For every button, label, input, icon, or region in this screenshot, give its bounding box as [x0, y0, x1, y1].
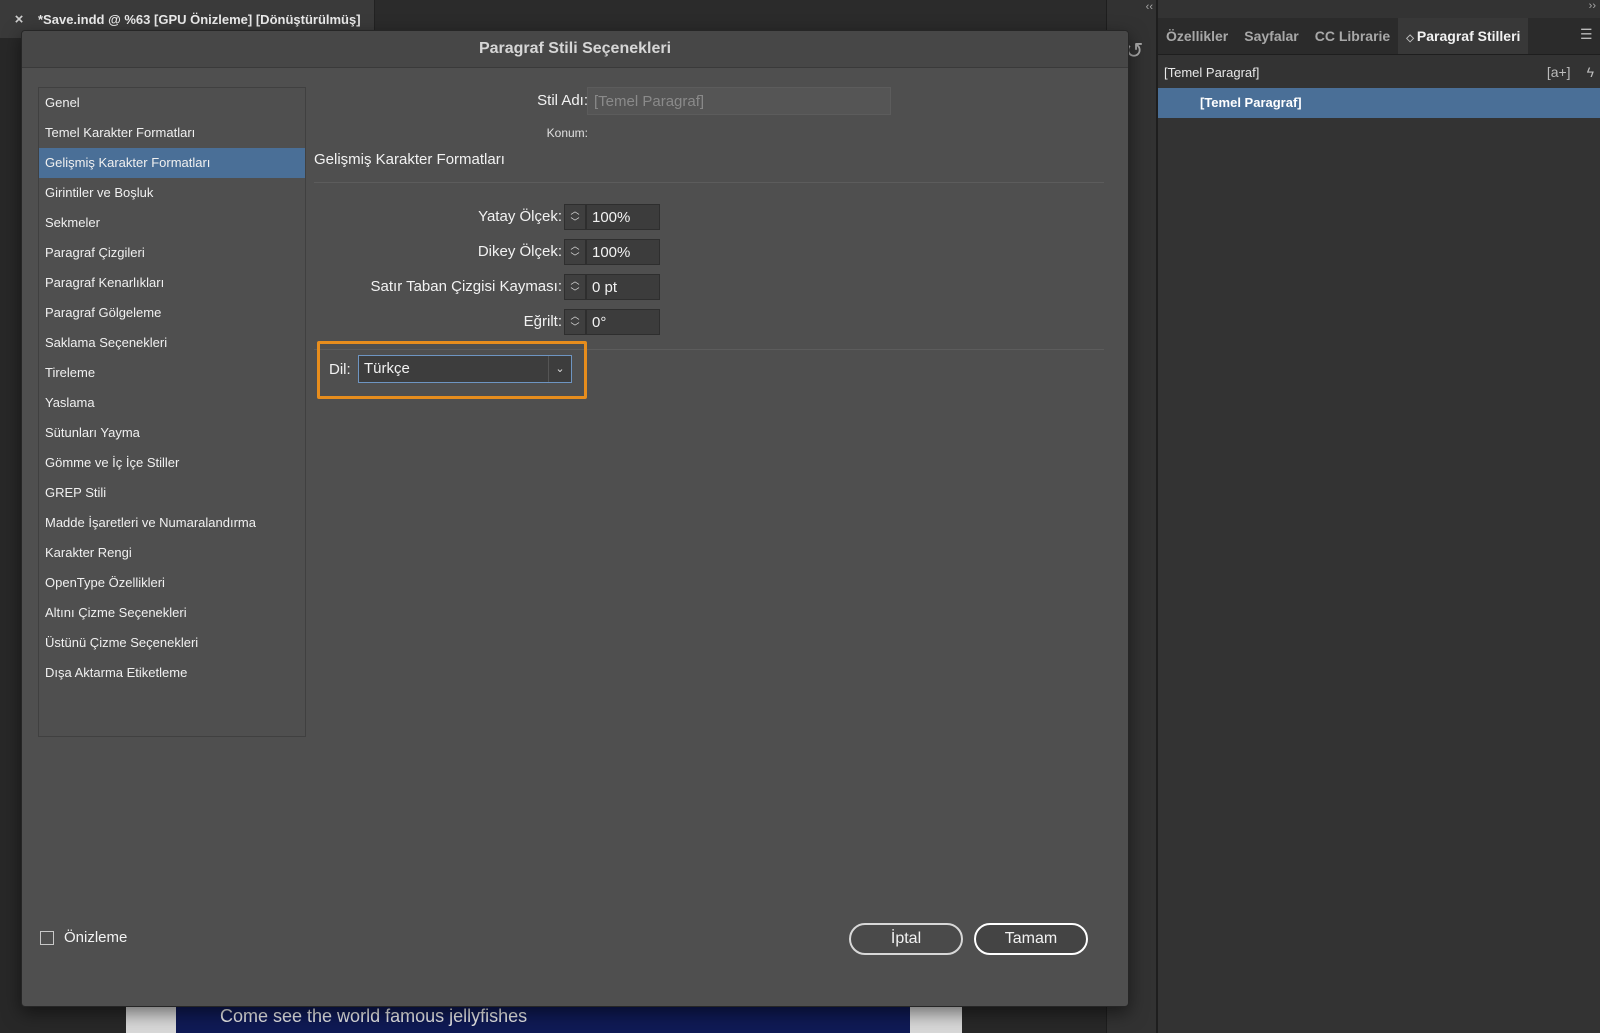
document-title: *Save.indd @ %63 [GPU Önizleme] [Dönüştü… — [38, 11, 361, 27]
style-name-field: [Temel Paragraf] — [587, 87, 891, 115]
horizontal-scale-row: Yatay Ölçek: ︿ ﹀ 100% — [314, 204, 664, 232]
category-character-color[interactable]: Karakter Rengi — [39, 538, 305, 568]
location-label: Konum: — [546, 126, 588, 140]
language-value: Türkçe — [364, 360, 410, 377]
language-label: Dil: — [329, 361, 351, 378]
language-highlight: Dil: Türkçe ⌄ — [317, 341, 587, 399]
dialog-title: Paragraf Stili Seçenekleri — [22, 31, 1128, 68]
category-hyphenation[interactable]: Tireleme — [39, 358, 305, 388]
skew-stepper[interactable]: ︿ ﹀ — [564, 309, 586, 335]
category-paragraph-borders[interactable]: Paragraf Kenarlıkları — [39, 268, 305, 298]
category-general[interactable]: Genel — [39, 88, 305, 118]
category-underline-options[interactable]: Altını Çizme Seçenekleri — [39, 598, 305, 628]
horizontal-scale-input[interactable]: 100% — [586, 204, 660, 230]
panel-expand-icon: ◇ — [1406, 33, 1414, 44]
skew-input[interactable]: 0° — [586, 309, 660, 335]
collapse-dock-icon[interactable]: ‹‹ — [1146, 1, 1153, 13]
tab-paragraph-styles[interactable]: ◇ Paragraf Stilleri — [1398, 18, 1529, 54]
lightning-icon[interactable]: ϟ — [1587, 64, 1594, 80]
hamburger-menu-icon[interactable]: ☰ — [1580, 27, 1594, 41]
cancel-button[interactable]: İptal — [849, 923, 963, 955]
category-grep-style[interactable]: GREP Stili — [39, 478, 305, 508]
page-edge-left — [126, 1005, 176, 1033]
baseline-shift-stepper[interactable]: ︿ ﹀ — [564, 274, 586, 300]
horizontal-scale-stepper[interactable]: ︿ ﹀ — [564, 204, 586, 230]
category-tabs[interactable]: Sekmeler — [39, 208, 305, 238]
close-tab-icon[interactable]: × — [0, 11, 38, 28]
vertical-scale-label: Dikey Ölçek: — [477, 243, 562, 260]
tab-properties[interactable]: Özellikler — [1158, 18, 1236, 54]
category-bullets-numbering[interactable]: Madde İşaretleri ve Numaralandırma — [39, 508, 305, 538]
vertical-scale-stepper[interactable]: ︿ ﹀ — [564, 239, 586, 265]
category-drop-caps-nested-styles[interactable]: Gömme ve İç İçe Stiller — [39, 448, 305, 478]
preview-checkbox[interactable] — [40, 930, 54, 945]
style-list-item-label: [Temel Paragraf] — [1200, 95, 1302, 110]
tab-pages[interactable]: Sayfalar — [1236, 18, 1306, 54]
baseline-shift-input[interactable]: 0 pt — [586, 274, 660, 300]
tab-paragraph-styles-label: Paragraf Stilleri — [1416, 28, 1521, 44]
category-span-columns[interactable]: Sütunları Yayma — [39, 418, 305, 448]
category-keep-options[interactable]: Saklama Seçenekleri — [39, 328, 305, 358]
vertical-scale-input[interactable]: 100% — [586, 239, 660, 265]
category-strikethrough-options[interactable]: Üstünü Çizme Seçenekleri — [39, 628, 305, 658]
baseline-shift-row: Satır Taban Çizgisi Kayması: ︿ ﹀ 0 pt — [314, 274, 664, 302]
horizontal-scale-label: Yatay Ölçek: — [478, 208, 562, 225]
panel-tabs: Özellikler Sayfalar CC Librarie ◇ Paragra… — [1158, 18, 1600, 55]
baseline-shift-label: Satır Taban Çizgisi Kayması: — [370, 278, 562, 295]
language-select[interactable]: Türkçe ⌄ — [358, 355, 572, 383]
category-paragraph-rules[interactable]: Paragraf Çizgileri — [39, 238, 305, 268]
category-basic-character-formats[interactable]: Temel Karakter Formatları — [39, 118, 305, 148]
style-name-label: Stil Adı: — [537, 92, 588, 109]
current-style-row: [Temel Paragraf] [a+] ϟ — [1164, 60, 1594, 84]
paragraph-styles-panel: ›› Özellikler Sayfalar CC Librarie ◇ Para… — [1156, 0, 1600, 1033]
skew-label: Eğrilt: — [523, 313, 562, 330]
category-opentype-features[interactable]: OpenType Özellikleri — [39, 568, 305, 598]
section-divider — [314, 182, 1104, 183]
category-indents-spacing[interactable]: Girintiler ve Boşluk — [39, 178, 305, 208]
new-style-icon[interactable]: [a+] — [1547, 64, 1571, 80]
style-list-item[interactable]: [Temel Paragraf] — [1158, 88, 1600, 118]
canvas-caption: Come see the world famous jellyfishes — [220, 1006, 528, 1026]
category-export-tagging[interactable]: Dışa Aktarma Etiketleme — [39, 658, 305, 688]
skew-row: Eğrilt: ︿ ﹀ 0° — [314, 309, 664, 337]
current-style-label: [Temel Paragraf] — [1164, 64, 1260, 80]
page-edge-right — [910, 1005, 962, 1033]
category-paragraph-shading[interactable]: Paragraf Gölgeleme — [39, 298, 305, 328]
preview-label: Önizleme — [64, 929, 128, 946]
chevron-down-icon[interactable]: ⌄ — [548, 356, 571, 382]
collapse-panel-icon[interactable]: ›› — [1589, 0, 1596, 12]
category-justification[interactable]: Yaslama — [39, 388, 305, 418]
ok-button[interactable]: Tamam — [974, 923, 1088, 955]
category-advanced-character-formats[interactable]: Gelişmiş Karakter Formatları — [39, 148, 305, 178]
preview-toggle[interactable]: Önizleme — [40, 929, 127, 946]
paragraph-style-options-dialog: Paragraf Stili Seçenekleri Genel Temel K… — [21, 30, 1129, 1007]
tab-cc-libraries[interactable]: CC Librarie — [1307, 18, 1398, 54]
section-title: Gelişmiş Karakter Formatları — [314, 151, 505, 168]
vertical-scale-row: Dikey Ölçek: ︿ ﹀ 100% — [314, 239, 664, 267]
category-list: Genel Temel Karakter Formatları Gelişmiş… — [38, 87, 306, 737]
